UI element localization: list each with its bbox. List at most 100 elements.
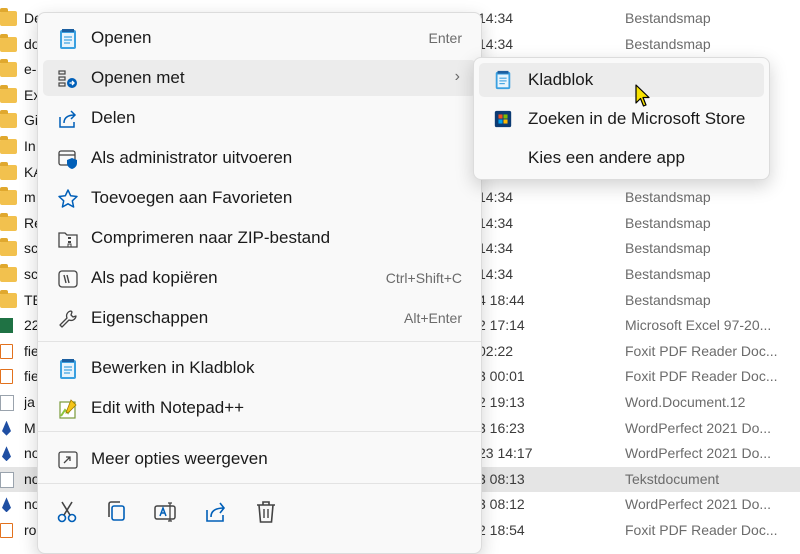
menu-item-edit-notepad[interactable]: Bewerken in Kladblok	[43, 350, 476, 386]
file-date: 14:34	[478, 214, 514, 231]
folder-file-icon	[0, 110, 17, 129]
folder-file-icon	[0, 187, 17, 206]
submenu-item-choose-other-app[interactable]: Kies een andere app	[479, 141, 764, 175]
file-name: ja	[24, 394, 35, 410]
menu-item-open-with[interactable]: Openen met ›	[43, 60, 476, 96]
menu-item-label: Als administrator uitvoeren	[91, 148, 293, 167]
file-name: Re	[24, 214, 38, 231]
menu-item-label: Openen met	[91, 68, 185, 87]
file-name: sc	[24, 240, 38, 257]
file-name: M	[24, 419, 36, 436]
rename-icon[interactable]	[153, 499, 179, 525]
file-date: 14:34	[478, 189, 514, 206]
file-date: 14:34	[478, 266, 514, 282]
file-name: do	[24, 35, 38, 52]
open-with-icon	[58, 70, 77, 88]
file-type: Bestandsmap	[625, 214, 711, 231]
file-type: WordPerfect 2021 Do...	[625, 419, 772, 436]
file-type: Foxit PDF Reader Doc...	[625, 368, 778, 385]
menu-item-share[interactable]: Delen	[43, 100, 476, 136]
wrench-icon	[59, 310, 77, 328]
file-name: TE	[24, 291, 38, 308]
menu-item-label: Als pad kopiëren	[91, 268, 218, 287]
menu-item-open[interactable]: Openen Enter	[43, 20, 476, 56]
share-icon	[59, 110, 77, 128]
file-name: fie	[24, 368, 38, 385]
folder-file-icon	[0, 59, 17, 78]
menu-item-edit-notepadpp[interactable]: Edit with Notepad++	[43, 390, 476, 426]
file-date: 02:22	[478, 342, 514, 359]
submenu-item-label: Kies een andere app	[528, 148, 685, 167]
menu-item-label: Bewerken in Kladblok	[91, 358, 255, 377]
menu-separator	[38, 431, 481, 432]
folder-file-icon	[0, 84, 17, 103]
open-with-submenu: Kladblok Zoeken in de Microsoft Store Ki…	[473, 57, 770, 180]
file-date: 2 18:54	[478, 522, 525, 538]
shortcut-label: Ctrl+Shift+C	[385, 270, 462, 286]
folder-file-icon	[0, 212, 17, 231]
excel-file-icon	[0, 318, 13, 334]
file-name: fie	[24, 342, 38, 359]
file-date: 3 08:13	[478, 470, 525, 487]
star-icon	[58, 189, 78, 208]
share-icon[interactable]	[203, 499, 229, 525]
file-name: ro	[24, 522, 37, 538]
chevron-right-icon: ›	[454, 68, 460, 85]
folder-file-icon	[0, 289, 17, 308]
wp-file-icon	[2, 446, 11, 462]
menu-item-compress-zip[interactable]: Comprimeren naar ZIP-bestand	[43, 220, 476, 256]
submenu-item-notepad[interactable]: Kladblok	[479, 63, 764, 97]
pdf-file-icon	[0, 343, 13, 359]
submenu-item-label: Zoeken in de Microsoft Store	[528, 109, 746, 128]
file-date: 14:34	[478, 240, 514, 257]
menu-item-properties[interactable]: Eigenschappen Alt+Enter	[43, 300, 476, 336]
file-name: Gi	[24, 112, 38, 129]
menu-item-run-as-admin[interactable]: Als administrator uitvoeren	[43, 140, 476, 176]
file-type: WordPerfect 2021 Do...	[625, 496, 772, 513]
file-name: sc	[24, 266, 38, 282]
menu-item-label: Comprimeren naar ZIP-bestand	[91, 228, 331, 247]
menu-item-more-options[interactable]: Meer opties weergeven	[43, 441, 476, 477]
notepad-icon	[495, 70, 511, 90]
file-type: Bestandsmap	[625, 35, 711, 52]
cut-icon[interactable]	[54, 499, 80, 525]
txt-file-icon	[0, 471, 14, 488]
menu-item-label: Delen	[91, 108, 136, 127]
menu-separator	[38, 483, 481, 484]
submenu-item-microsoft-store[interactable]: Zoeken in de Microsoft Store	[479, 102, 764, 136]
folder-file-icon	[0, 33, 17, 52]
pdf-file-icon	[0, 369, 13, 385]
notepadpp-icon	[59, 399, 77, 419]
folder-file-icon	[0, 136, 17, 154]
file-date: 3 00:01	[478, 368, 525, 385]
file-date: 3 16:23	[478, 419, 525, 436]
file-name: In	[24, 138, 36, 154]
file-type: Microsoft Excel 97-20...	[625, 317, 772, 334]
menu-item-add-favorites[interactable]: Toevoegen aan Favorieten	[43, 180, 476, 216]
delete-icon[interactable]	[253, 499, 279, 525]
copy-icon[interactable]	[104, 499, 130, 525]
folder-file-icon	[0, 161, 17, 180]
microsoft-store-icon	[494, 110, 512, 128]
file-name: no	[24, 496, 38, 513]
shortcut-label: Alt+Enter	[404, 310, 462, 326]
menu-item-label: Toevoegen aan Favorieten	[91, 188, 293, 207]
zip-folder-icon	[58, 232, 78, 248]
file-type: Bestandsmap	[625, 291, 711, 308]
submenu-item-label: Kladblok	[528, 70, 594, 89]
file-name: no	[24, 470, 38, 487]
file-type: Tekstdocument	[625, 470, 720, 487]
file-date: 14:34	[478, 10, 514, 26]
file-date: 14:34	[478, 35, 514, 52]
more-options-icon	[58, 451, 78, 469]
file-date: 3 08:12	[478, 496, 525, 513]
file-name: De	[24, 10, 38, 26]
file-name: m	[24, 189, 36, 206]
menu-item-label: Meer opties weergeven	[91, 449, 268, 468]
menu-item-copy-path[interactable]: Als pad kopiëren Ctrl+Shift+C	[43, 260, 476, 296]
menu-item-label: Openen	[91, 28, 152, 47]
wp-file-icon	[2, 497, 11, 513]
file-type: Bestandsmap	[625, 240, 711, 257]
mouse-cursor-icon	[635, 84, 650, 107]
file-type: Foxit PDF Reader Doc...	[625, 342, 778, 359]
